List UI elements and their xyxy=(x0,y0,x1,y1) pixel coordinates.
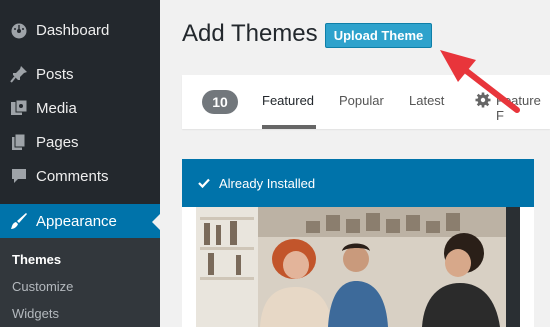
pin-icon xyxy=(9,64,29,84)
tab-feature-filter[interactable]: Feature F xyxy=(496,93,550,123)
checkmark-icon xyxy=(198,178,210,189)
upload-theme-button[interactable]: Upload Theme xyxy=(325,23,432,48)
tab-popular[interactable]: Popular xyxy=(339,93,384,108)
appearance-submenu: Themes Customize Widgets xyxy=(0,238,160,327)
gear-icon[interactable] xyxy=(475,92,491,108)
theme-count-badge: 10 xyxy=(202,90,238,114)
pages-icon xyxy=(9,132,29,152)
sidebar-item-appearance[interactable]: Appearance xyxy=(0,204,160,238)
sidebar-item-comments[interactable]: Comments xyxy=(0,159,160,193)
sidebar-item-label: Dashboard xyxy=(36,21,110,39)
dashboard-icon xyxy=(9,20,29,40)
installed-notice-text: Already Installed xyxy=(219,175,316,191)
media-icon xyxy=(9,98,29,118)
submenu-item-widgets[interactable]: Widgets xyxy=(12,306,59,321)
active-pointer xyxy=(152,214,160,230)
theme-card[interactable]: Already Installed xyxy=(182,159,534,327)
tab-latest[interactable]: Latest xyxy=(409,93,444,108)
page-title: Add Themes xyxy=(182,20,318,47)
sidebar-item-label: Comments xyxy=(36,167,109,185)
installed-notice: Already Installed xyxy=(182,159,534,207)
comment-icon xyxy=(9,166,29,186)
sidebar-item-media[interactable]: Media xyxy=(0,91,160,125)
sidebar-item-label: Media xyxy=(36,99,77,117)
theme-preview-image xyxy=(196,207,520,327)
theme-filter-bar: 10 Featured Popular Latest Feature F xyxy=(182,75,550,129)
sidebar-item-label: Posts xyxy=(36,65,74,83)
submenu-item-themes[interactable]: Themes xyxy=(12,252,61,267)
sidebar-item-label: Appearance xyxy=(36,212,117,230)
sidebar-item-label: Pages xyxy=(36,133,79,151)
sidebar-item-posts[interactable]: Posts xyxy=(0,57,160,91)
admin-sidebar: Dashboard Posts Media Pages Comments App… xyxy=(0,0,160,327)
paintbrush-icon xyxy=(9,211,29,231)
sidebar-item-dashboard[interactable]: Dashboard xyxy=(0,13,160,47)
sidebar-item-pages[interactable]: Pages xyxy=(0,125,160,159)
tab-featured[interactable]: Featured xyxy=(262,93,314,108)
current-tab-indicator xyxy=(262,125,316,129)
theme-screenshot[interactable] xyxy=(196,207,520,327)
submenu-item-customize[interactable]: Customize xyxy=(12,279,73,294)
